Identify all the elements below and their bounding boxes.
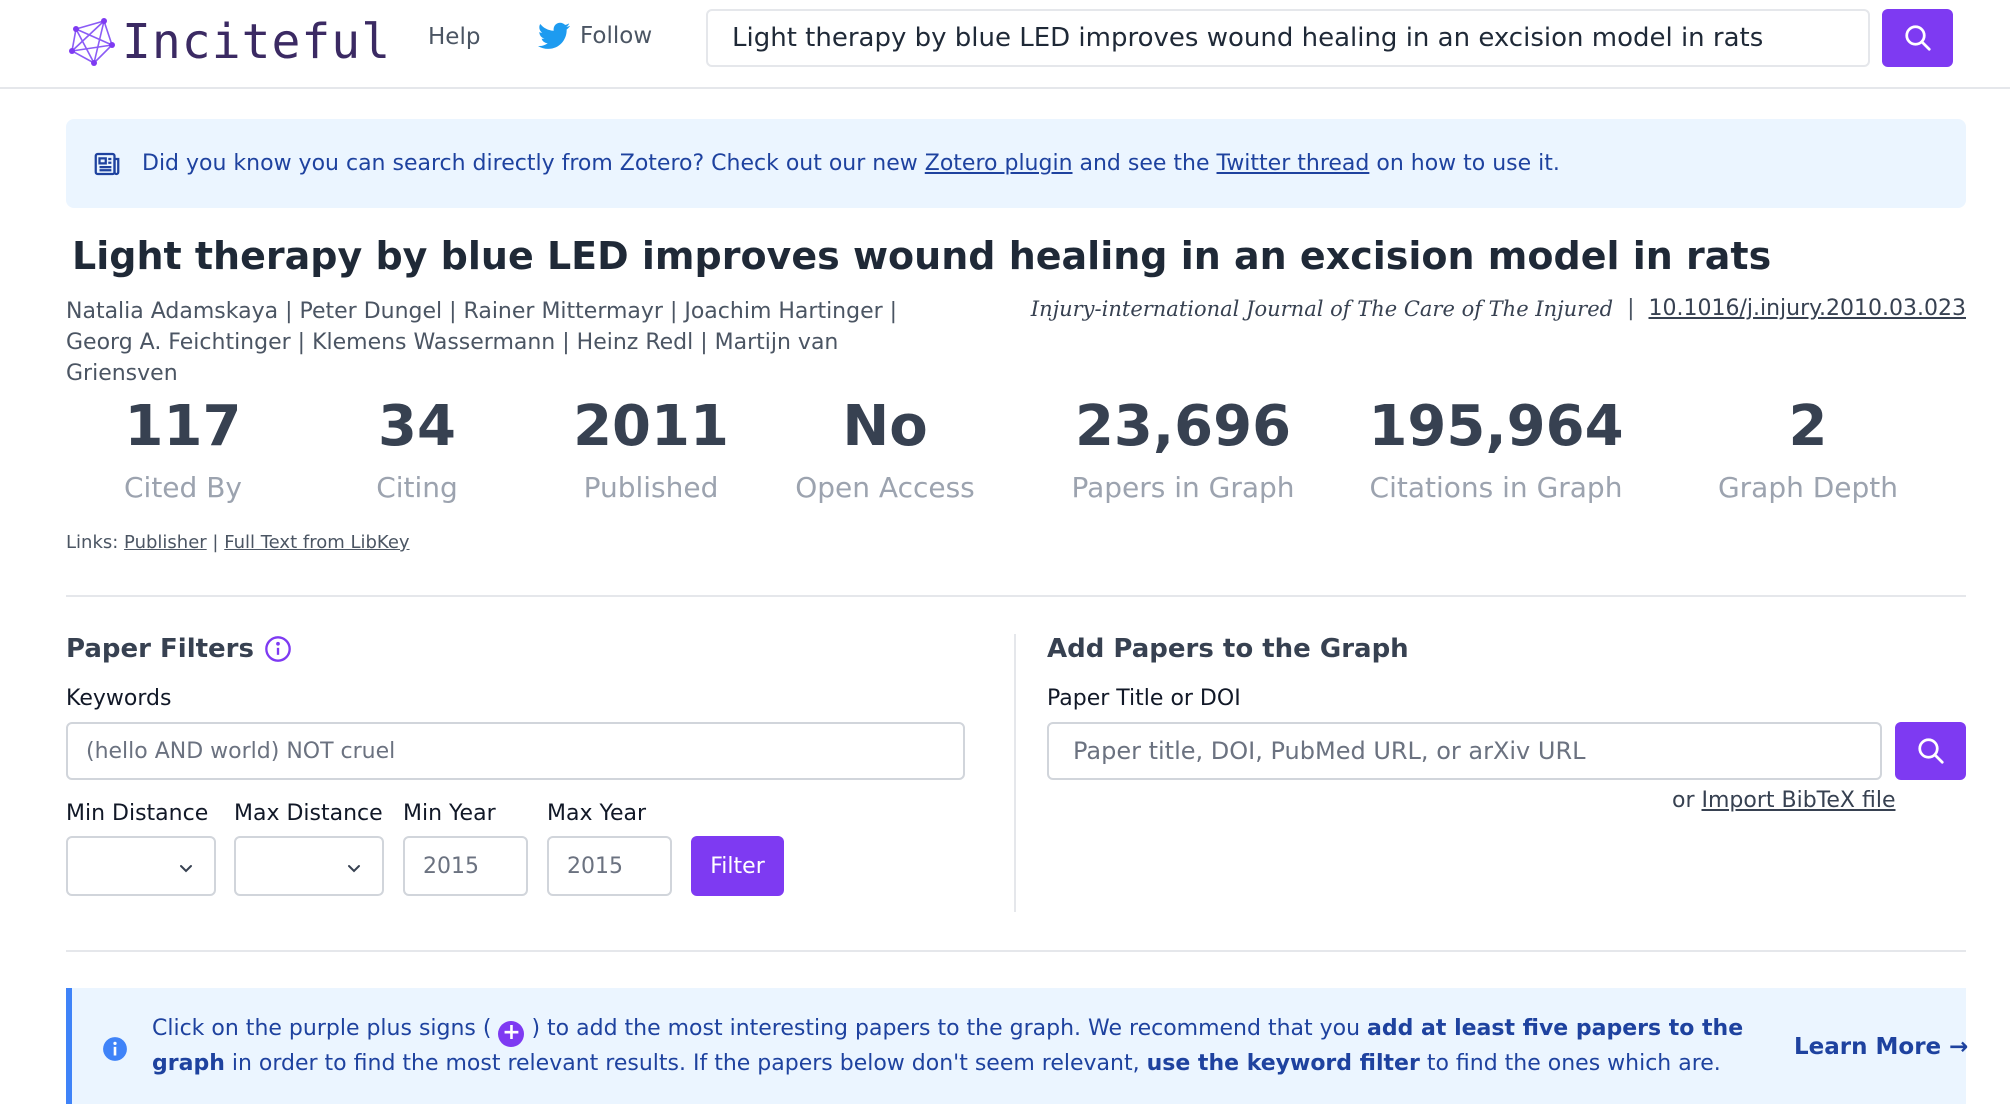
keywords-field[interactable]: [66, 722, 965, 780]
zotero-plugin-link[interactable]: Zotero plugin: [925, 151, 1073, 176]
stat-label: Citations in Graph: [1369, 471, 1623, 504]
follow-label: Follow: [580, 23, 653, 49]
import-prefix: or: [1672, 788, 1702, 813]
min-year-field[interactable]: [403, 836, 528, 896]
logo-text: Inciteful: [122, 14, 392, 70]
newspaper-icon: [94, 152, 120, 175]
info-bold-2: use the keyword filter: [1146, 1051, 1420, 1076]
paper-filters-heading: Paper Filters: [66, 634, 292, 664]
stat-label: Graph Depth: [1717, 471, 1899, 504]
authors-line-1: Natalia Adamskaya | Peter Dungel | Raine…: [66, 299, 898, 324]
info-text-2: ) to add the most interesting papers to …: [524, 1016, 1368, 1041]
stat-papers-in-graph: 23,696 Papers in Graph: [1071, 392, 1294, 510]
info-text-4: to find the ones which are.: [1419, 1051, 1721, 1076]
min-year-label: Min Year: [403, 801, 496, 826]
nav-follow-link[interactable]: Follow: [538, 22, 652, 50]
stat-published: 2011 Published: [573, 392, 729, 510]
max-year-input[interactable]: [567, 853, 652, 879]
network-logo-icon: [69, 18, 115, 66]
paper-filters-title: Paper Filters: [66, 634, 254, 664]
external-links: Links: Publisher | Full Text from LibKey: [66, 532, 410, 553]
stat-value: 23,696: [1074, 394, 1292, 459]
stat-value: No: [842, 394, 928, 459]
learn-more-link[interactable]: Learn More →: [1794, 1034, 1968, 1060]
max-distance-select[interactable]: [234, 836, 384, 896]
vertical-divider: [1014, 634, 1016, 912]
chevron-down-icon: [180, 865, 192, 873]
divider: [66, 950, 1966, 952]
add-paper-input[interactable]: [1073, 737, 1856, 765]
keywords-label: Keywords: [66, 686, 172, 711]
plus-icon: +: [498, 1021, 525, 1047]
zotero-banner: Did you know you can search directly fro…: [66, 119, 1966, 208]
journal-separator: |: [1627, 296, 1635, 321]
add-papers-heading: Add Papers to the Graph: [1047, 634, 1409, 664]
journal-name: Injury-international Journal of The Care…: [1030, 296, 1614, 321]
min-distance-select[interactable]: [66, 836, 216, 896]
keywords-input[interactable]: [86, 738, 945, 764]
info-text: Click on the purple plus signs ( + ) to …: [152, 1012, 1792, 1080]
authors-list: Natalia Adamskaya | Peter Dungel | Raine…: [66, 296, 946, 389]
search-icon: [1917, 738, 1944, 764]
top-header: Inciteful Help Follow: [0, 0, 2010, 89]
twitter-thread-link[interactable]: Twitter thread: [1217, 151, 1370, 176]
info-icon[interactable]: [264, 635, 292, 663]
journal-info: Injury-international Journal of The Care…: [1031, 296, 1966, 321]
banner-text-after: on how to use it.: [1369, 151, 1560, 176]
banner-text: Did you know you can search directly fro…: [142, 151, 1560, 176]
stat-label: Papers in Graph: [1071, 471, 1295, 504]
import-bibtex: or Import BibTeX file: [1672, 788, 1895, 813]
stat-citations-in-graph: 195,964 Citations in Graph: [1368, 392, 1623, 510]
add-papers-title: Add Papers to the Graph: [1047, 634, 1409, 664]
stat-cited-by: 117 Cited By: [124, 392, 242, 510]
max-year-label: Max Year: [547, 801, 647, 826]
max-distance-label: Max Distance: [234, 801, 383, 826]
min-year-input[interactable]: [423, 853, 508, 879]
stat-value: 2011: [573, 394, 729, 459]
nav-help-link[interactable]: Help: [428, 24, 480, 50]
search-input[interactable]: [732, 23, 1844, 53]
filter-button[interactable]: Filter: [691, 836, 784, 896]
info-text-1: Click on the purple plus signs (: [152, 1016, 499, 1041]
links-prefix: Links:: [66, 532, 119, 553]
twitter-bird-icon: [538, 22, 570, 49]
stat-value: 195,964: [1368, 394, 1624, 459]
add-paper-search-button[interactable]: [1895, 722, 1966, 780]
info-circle-icon: [103, 1037, 127, 1061]
info-text-3: in order to find the most relevant resul…: [224, 1051, 1147, 1076]
libkey-link[interactable]: Full Text from LibKey: [224, 532, 409, 553]
search-field[interactable]: [706, 9, 1870, 67]
import-bibtex-link[interactable]: Import BibTeX file: [1702, 788, 1896, 813]
add-paper-field[interactable]: [1047, 722, 1882, 780]
stat-label: Cited By: [124, 471, 242, 504]
logo[interactable]: Inciteful: [64, 10, 391, 74]
info-callout: Click on the purple plus signs ( + ) to …: [66, 988, 1968, 1104]
stat-label: Published: [583, 471, 719, 504]
stat-value: 117: [124, 394, 242, 459]
stat-graph-depth: 2 Graph Depth: [1718, 392, 1898, 510]
min-distance-label: Min Distance: [66, 801, 209, 826]
banner-text-before: Did you know you can search directly fro…: [142, 151, 925, 176]
stat-label: Open Access: [795, 471, 975, 504]
paper-title: Light therapy by blue LED improves wound…: [72, 234, 1772, 278]
stat-citing: 34 Citing: [376, 392, 458, 510]
publisher-link[interactable]: Publisher: [124, 532, 207, 553]
links-separator: |: [212, 532, 219, 553]
stat-label: Citing: [376, 471, 458, 504]
authors-line-2: Georg A. Feichtinger | Klemens Wasserman…: [66, 330, 839, 386]
search-icon: [1904, 25, 1931, 51]
doi-link[interactable]: 10.1016/j.injury.2010.03.023: [1649, 296, 1967, 321]
search-button[interactable]: [1882, 9, 1953, 67]
divider: [66, 595, 1966, 597]
stat-open-access: No Open Access: [795, 392, 975, 510]
max-year-field[interactable]: [547, 836, 672, 896]
paper-title-label: Paper Title or DOI: [1047, 686, 1241, 711]
chevron-down-icon: [348, 865, 360, 873]
stat-value: 34: [378, 394, 456, 459]
banner-text-middle: and see the: [1072, 151, 1217, 176]
stat-value: 2: [1788, 394, 1828, 459]
